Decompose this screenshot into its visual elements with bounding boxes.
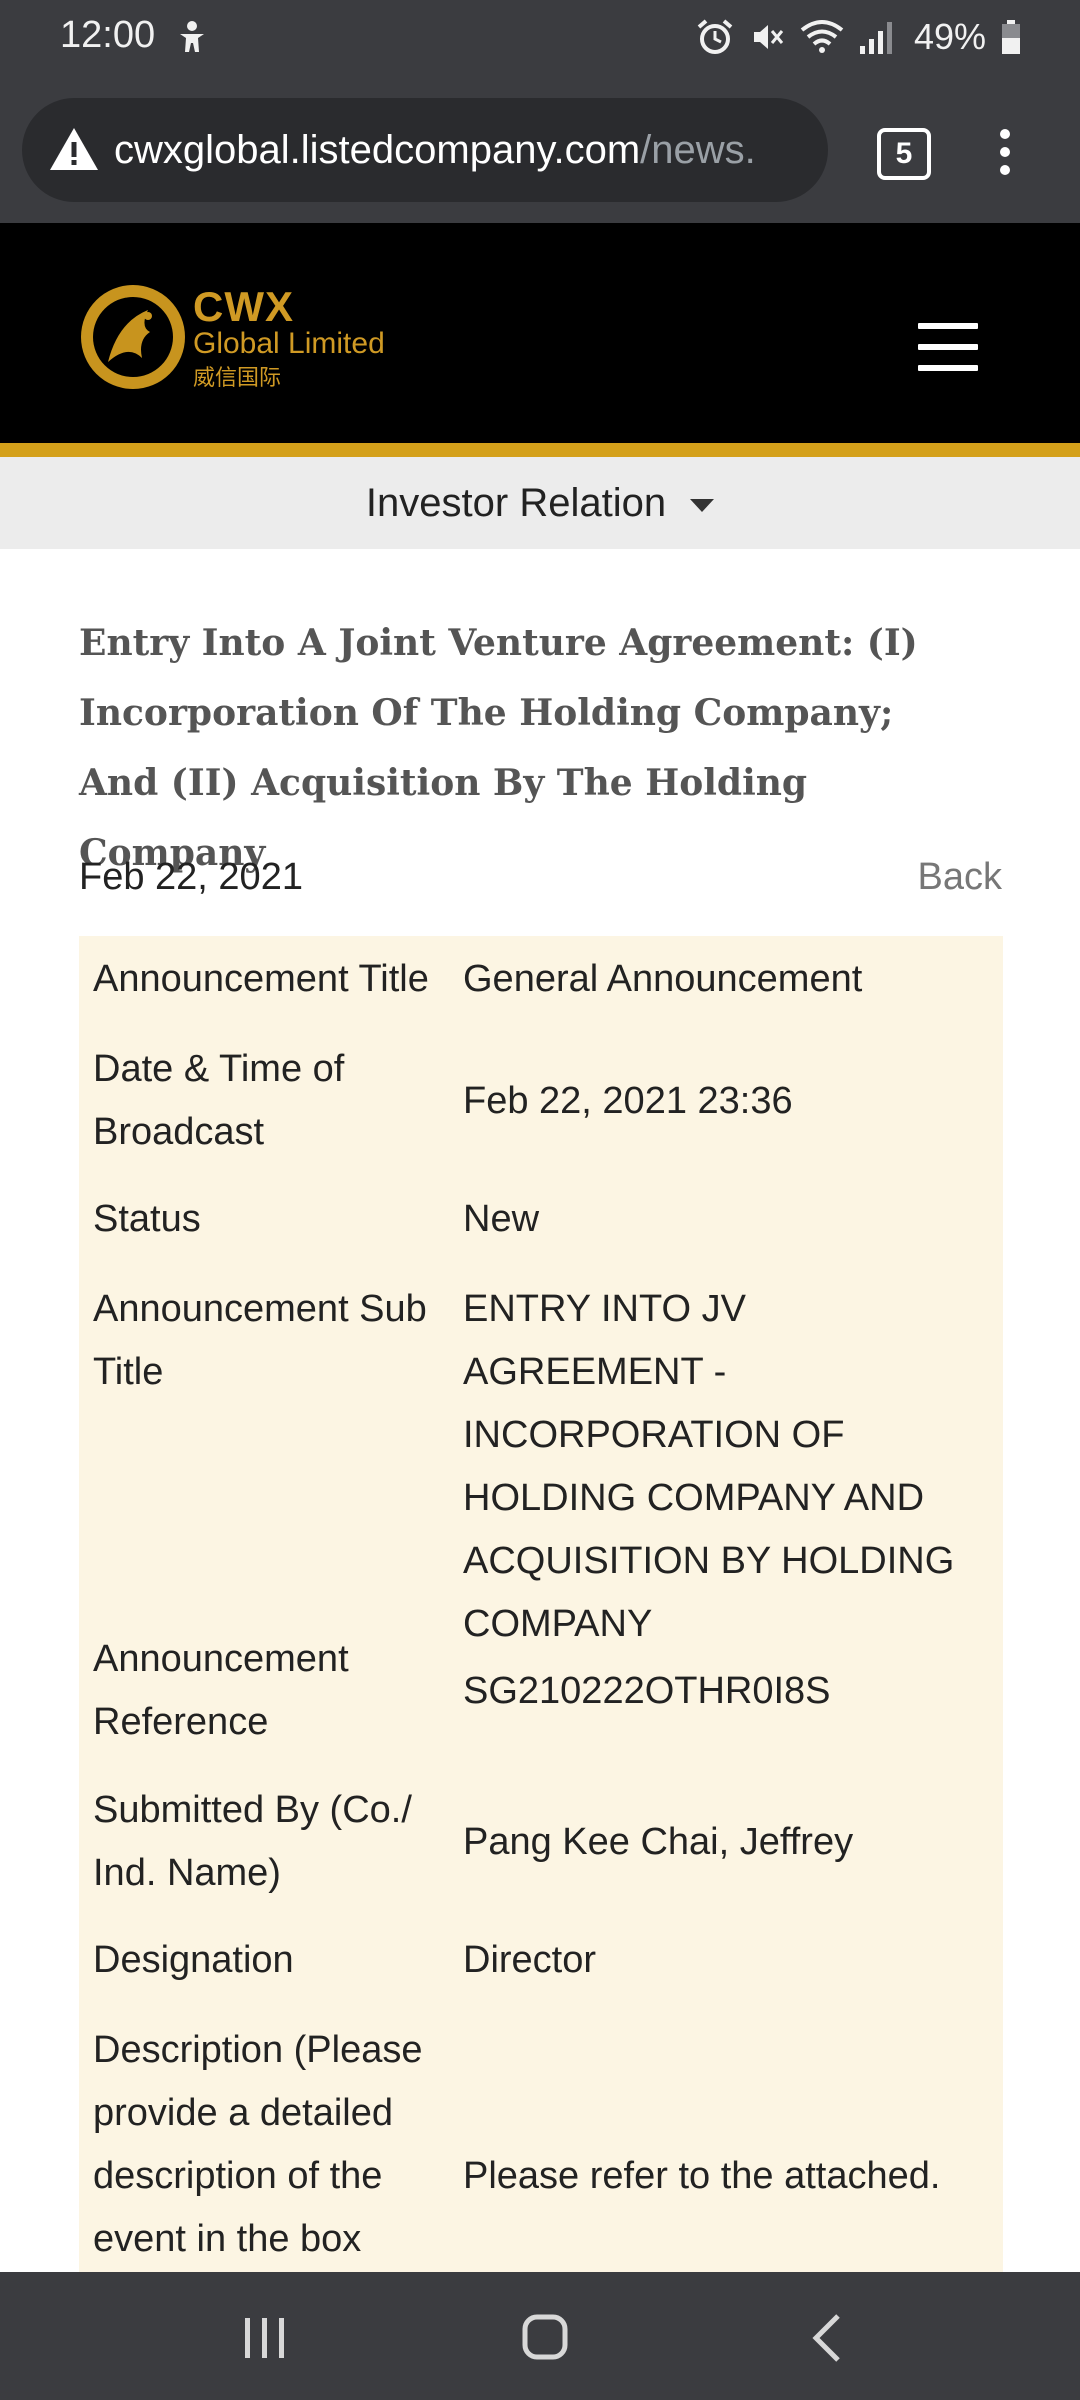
status-time: 12:00	[60, 14, 156, 56]
section-dropdown[interactable]: Investor Relation	[0, 457, 1080, 549]
row-value: Please refer to the attached.	[463, 2155, 941, 2197]
home-icon[interactable]	[522, 2314, 568, 2360]
battery-percent: 49%	[913, 16, 986, 57]
row-value: SG210222OTHR0I8S	[463, 1670, 831, 1712]
header-divider	[0, 443, 1080, 457]
system-nav-bar	[0, 2272, 1080, 2400]
table-row: Date & Time of Broadcast Feb 22, 2021 23…	[79, 1038, 1003, 1168]
battery-icon	[1002, 20, 1020, 54]
row-label: Submitted By (Co./ Ind. Name)	[93, 1789, 412, 1894]
cwx-logo-icon[interactable]	[78, 282, 188, 392]
row-value: Director	[463, 1939, 597, 1981]
url-text[interactable]: cwxglobal.listedcompany.com/news.	[114, 124, 814, 176]
brand-chinese-name: 威信国际	[193, 365, 282, 390]
article-title: Entry Into A Joint Venture Agreement: (I…	[79, 622, 918, 874]
row-label: Announcement Title	[93, 958, 429, 1000]
signal-icon	[859, 22, 892, 54]
table-row: Announcement Reference SG210222OTHR0I8S	[79, 1628, 1003, 1758]
url-path: /news.	[640, 128, 756, 172]
overflow-menu-icon[interactable]	[990, 126, 1020, 178]
back-link[interactable]: Back	[918, 856, 1002, 899]
warning-icon[interactable]	[48, 124, 100, 176]
row-value: ENTRY INTO JV AGREEMENT - INCORPORATION …	[463, 1288, 955, 1645]
row-label: Description (Please provide a detailed d…	[93, 2029, 423, 2260]
row-value: General Announcement	[463, 958, 863, 1000]
accessibility-icon	[180, 21, 204, 52]
row-value: Pang Kee Chai, Jeffrey	[463, 1821, 854, 1863]
status-bar: 12:00 49%	[0, 0, 1080, 74]
tab-switcher-button[interactable]: 5	[877, 128, 931, 180]
row-value: Feb 22, 2021 23:36	[463, 1080, 793, 1122]
wifi-icon	[800, 20, 844, 53]
browser-toolbar: cwxglobal.listedcompany.com/news. 5	[0, 74, 1080, 223]
brand-name: CWX	[193, 283, 294, 330]
status-icons: 49%	[696, 14, 1022, 60]
row-value: New	[463, 1198, 540, 1240]
table-row: Description (Please provide a detailed d…	[79, 2019, 1003, 2272]
brand-subtitle: Global Limited	[193, 327, 385, 360]
row-label: Status	[93, 1198, 201, 1240]
mute-icon	[753, 25, 784, 49]
caret-down-icon	[690, 498, 715, 512]
alarm-icon	[697, 19, 733, 54]
recent-apps-icon[interactable]	[242, 2316, 288, 2360]
back-icon[interactable]	[808, 2312, 846, 2364]
table-row: Designation Director	[79, 1929, 1003, 2009]
row-label: Announcement Reference	[93, 1638, 349, 1743]
url-host: cwxglobal.listedcompany.com	[114, 128, 641, 172]
table-row: Submitted By (Co./ Ind. Name) Pang Kee C…	[79, 1779, 1003, 1909]
table-row: Announcement Sub Title ENTRY INTO JV AGR…	[79, 1278, 1003, 1645]
table-row: Status New	[79, 1188, 1003, 1268]
section-dropdown-label: Investor Relation	[365, 480, 667, 525]
site-header: CWX Global Limited 威信国际	[0, 223, 1080, 443]
address-bar[interactable]: cwxglobal.listedcompany.com/news.	[22, 98, 828, 202]
announcement-details-table: Announcement Title General Announcement …	[79, 936, 1003, 2272]
article-date: Feb 22, 2021	[79, 856, 303, 898]
row-label: Date & Time of Broadcast	[93, 1048, 345, 1153]
row-label: Designation	[93, 1939, 294, 1981]
hamburger-menu-icon[interactable]	[918, 323, 978, 371]
row-label: Announcement Sub Title	[93, 1288, 427, 1393]
table-row: Announcement Title General Announcement	[79, 938, 1003, 1023]
